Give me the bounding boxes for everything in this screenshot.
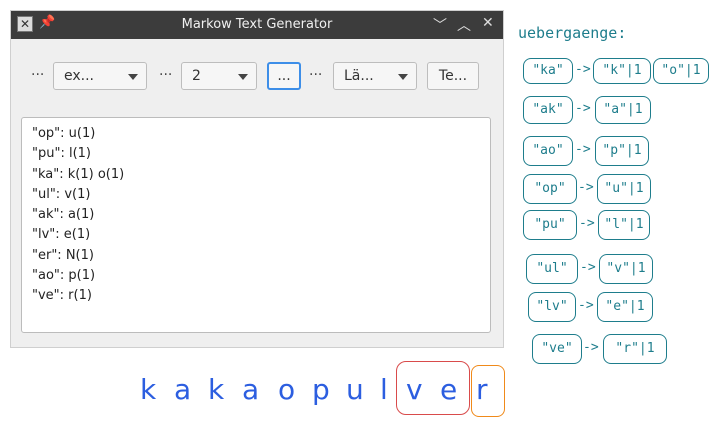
chevron-down-icon	[128, 74, 138, 80]
length-combo[interactable]: Lä...	[333, 62, 417, 90]
output-line: "pu": l(1)	[32, 146, 91, 162]
menu-dots-2[interactable]: ···	[159, 67, 172, 83]
output-line: "ka": k(1) o(1)	[32, 166, 125, 182]
file-combo-value: ex...	[64, 68, 95, 84]
arrow-label: ->	[575, 142, 591, 157]
word-letter: l	[380, 373, 388, 406]
word-letter: v	[406, 373, 423, 406]
word-letter: k	[208, 373, 225, 406]
state-box: "ka"	[523, 58, 573, 84]
output-line: "ao": p(1)	[32, 268, 96, 284]
word-letter: p	[312, 373, 330, 406]
chevron-down-icon	[238, 74, 248, 80]
menu-dots-3[interactable]: ···	[309, 67, 322, 83]
word-letter: o	[278, 373, 296, 406]
order-combo-value: 2	[192, 68, 201, 84]
arrow-label: ->	[575, 62, 591, 77]
output-line: "lv": e(1)	[32, 227, 91, 243]
chevron-down-icon	[398, 74, 408, 80]
order-combo[interactable]: 2	[181, 62, 257, 90]
close-icon[interactable]: ✕	[482, 15, 494, 31]
word-letter: u	[346, 373, 364, 406]
generate-button[interactable]: Te...	[427, 62, 479, 90]
word-letter: k	[140, 373, 157, 406]
word-letter: a	[242, 373, 260, 406]
output-line: "er": N(1)	[32, 247, 94, 263]
menu-dots-1[interactable]: ···	[31, 67, 44, 83]
arrow-label: ->	[580, 260, 596, 275]
transition-box: "k"|1	[593, 58, 651, 84]
title-bar: ✕ 📌 Markow Text Generator ﹀ ︿ ✕	[11, 11, 503, 39]
browse-button[interactable]: ...	[267, 62, 301, 90]
transition-box: "u"|1	[597, 174, 651, 204]
toolbar: ··· ex... ··· 2 ... ··· Lä... Te...	[11, 59, 503, 93]
transition-box: "l"|1	[598, 210, 650, 240]
word-letter: r	[476, 373, 488, 406]
arrow-label: ->	[575, 101, 591, 116]
output-line: "ve": r(1)	[32, 288, 92, 304]
state-box: "ve"	[532, 334, 582, 364]
output-line: "op": u(1)	[32, 126, 96, 141]
length-combo-value: Lä...	[344, 68, 374, 84]
arrow-label: ->	[578, 180, 594, 195]
output-textarea[interactable]: "op": u(1) "pu": l(1) "ka": k(1) o(1) "u…	[21, 117, 491, 333]
arrow-label: ->	[578, 298, 594, 313]
arrow-label: ->	[579, 216, 595, 231]
arrow-label: ->	[583, 340, 599, 355]
maximize-icon[interactable]: ︿	[457, 15, 471, 35]
file-combo[interactable]: ex...	[53, 62, 147, 90]
minimize-icon[interactable]: ﹀	[433, 15, 447, 35]
state-box: "lv"	[528, 292, 576, 322]
state-box: "ul"	[526, 254, 578, 284]
transition-box: "r"|1	[603, 334, 667, 364]
word-letter: e	[440, 373, 458, 406]
word-letter: a	[174, 373, 192, 406]
state-box: "ao"	[523, 136, 573, 166]
state-box: "pu"	[523, 210, 577, 240]
transition-box: "v"|1	[599, 254, 653, 284]
transition-box: "e"|1	[597, 292, 653, 322]
window-title: Markow Text Generator	[181, 17, 333, 32]
state-box: "op"	[523, 174, 577, 204]
annotation-heading: uebergaenge:	[518, 24, 627, 42]
output-line: "ul": v(1)	[32, 186, 91, 202]
transition-box: "o"|1	[653, 58, 709, 84]
app-window: ✕ 📌 Markow Text Generator ﹀ ︿ ✕ ··· ex..…	[10, 10, 504, 348]
transition-box: "p"|1	[595, 136, 649, 166]
output-line: "ak": a(1)	[32, 207, 95, 223]
transition-box: "a"|1	[595, 96, 651, 124]
state-box: "ak"	[523, 96, 573, 124]
